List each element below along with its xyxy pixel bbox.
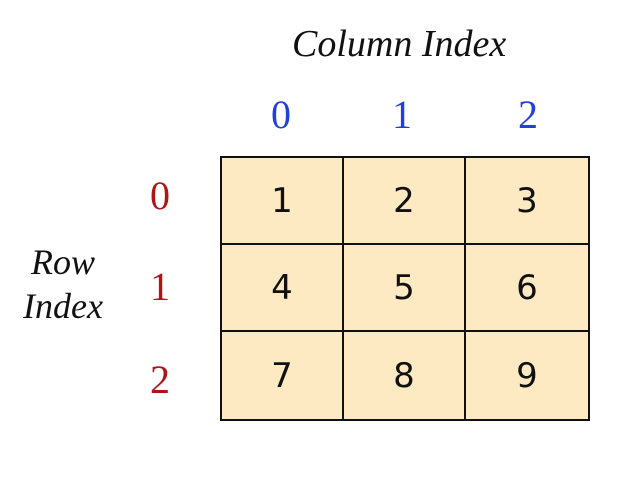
- row-index-1: 1: [150, 264, 170, 309]
- matrix-cell-1-1: 5: [344, 245, 466, 332]
- matrix-cell-0-2: 3: [466, 158, 588, 245]
- row-axis-title-line-1: Row: [30, 242, 95, 282]
- matrix-cell-1-0: 4: [222, 245, 344, 332]
- column-index-2: 2: [518, 92, 538, 137]
- row-index-0: 0: [150, 173, 170, 218]
- row-index-2: 2: [150, 357, 170, 402]
- row-axis-title-line-2: Index: [23, 286, 103, 326]
- column-axis-title: Column Index: [292, 23, 507, 65]
- matrix-cell-0-0: 1: [222, 158, 344, 245]
- row-axis-title: Row Index: [8, 240, 118, 328]
- column-index-1: 1: [392, 92, 412, 137]
- matrix-cell-0-1: 2: [344, 158, 466, 245]
- matrix-cell-2-1: 8: [344, 332, 466, 419]
- column-index-0: 0: [271, 92, 291, 137]
- matrix-cell-2-0: 7: [222, 332, 344, 419]
- matrix-cell-1-2: 6: [466, 245, 588, 332]
- matrix-index-diagram: Column Index Row Index 0 1 2 0 1 2 1 2 3…: [0, 0, 627, 479]
- matrix-cell-2-2: 9: [516, 355, 538, 396]
- matrix-grid: 1 2 3 4 5 6 7 8 9: [220, 156, 590, 421]
